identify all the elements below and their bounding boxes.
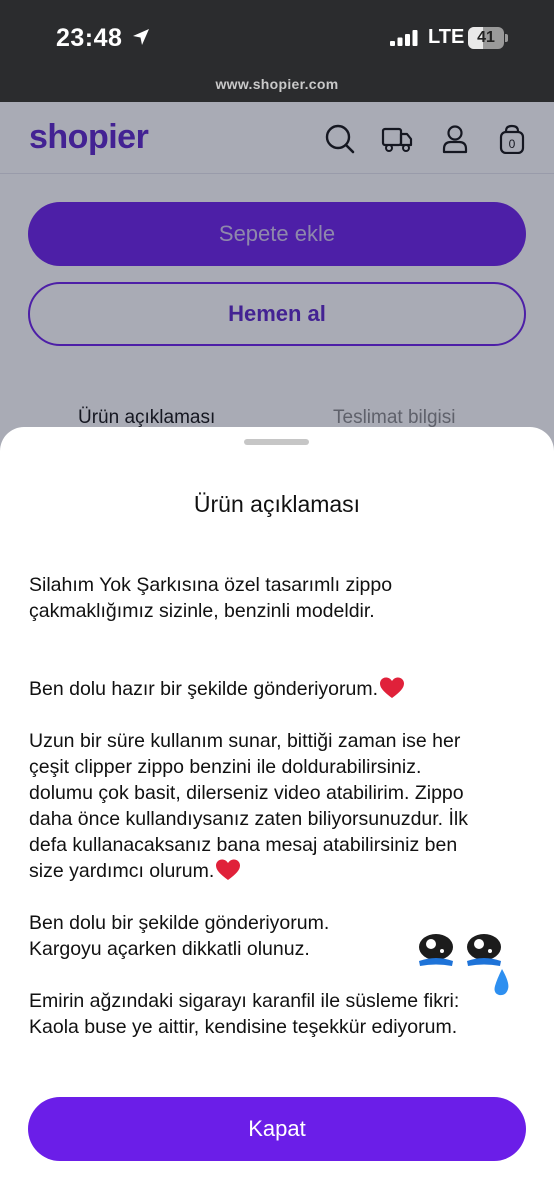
description-line: defa kullanacaksanız bana mesaj atabilir…	[29, 834, 458, 856]
signal-icon	[390, 30, 418, 46]
battery-icon: 41	[468, 27, 508, 49]
crying-face-emoji-icon	[419, 934, 509, 996]
sheet-title: Ürün açıklaması	[193, 491, 361, 517]
close-button[interactable]: Kapat	[28, 1097, 526, 1161]
description-paragraph: Ben dolu hazır bir şekilde gönderiyorum.	[29, 676, 529, 702]
description-paragraph: Uzun bir süre kullanım sunar, bittiği za…	[29, 728, 529, 884]
status-bar: 23:48 LTE 41 www.shopier.com	[0, 0, 554, 102]
description-line: size yardımcı olurum.	[29, 860, 215, 882]
drag-handle[interactable]	[244, 439, 309, 445]
description-line: daha önce kullandıysanız zaten biliyorsu…	[29, 808, 469, 830]
description-line: çakmaklığımız sizinle, benzinli modeldir…	[29, 600, 375, 622]
heart-icon	[216, 859, 241, 880]
location-arrow-icon	[133, 29, 149, 45]
network-type: LTE	[428, 26, 465, 48]
description-line: Uzun bir süre kullanım sunar, bittiği za…	[29, 730, 461, 752]
status-time: 23:48	[56, 24, 123, 52]
description-paragraph: Silahım Yok Şarkısına özel tasarımlı zip…	[29, 572, 529, 624]
description-line: Ben dolu hazır bir şekilde gönderiyorum.	[29, 678, 379, 700]
description-sheet: Ürün açıklaması Silahım Yok Şarkısına öz…	[0, 427, 554, 1200]
url-bar[interactable]: www.shopier.com	[0, 76, 554, 92]
description-line: Silahım Yok Şarkısına özel tasarımlı zip…	[29, 574, 393, 596]
description-line: çeşit clipper zippo benzini ile doldurab…	[29, 756, 422, 778]
heart-icon	[380, 677, 405, 698]
description-line: dolumu çok basit, dilerseniz video atabi…	[29, 782, 464, 804]
description-line: Kaola buse ye aittir, kendisine teşekkür…	[29, 1016, 458, 1038]
battery-percent: 41	[477, 29, 495, 46]
